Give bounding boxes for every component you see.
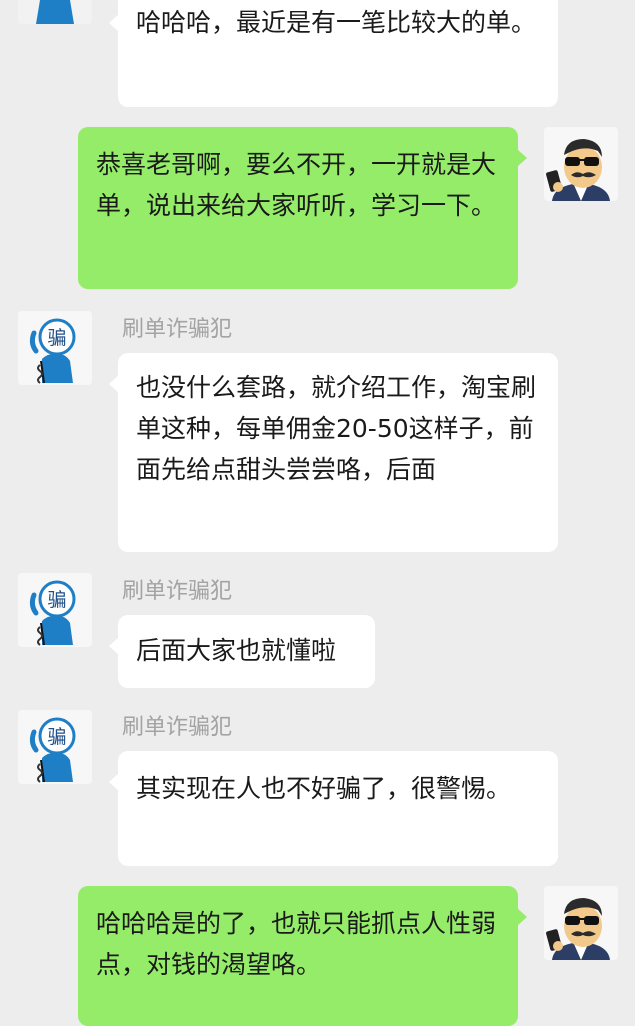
scammer-phone-avatar-icon [18, 0, 92, 24]
message-bubble-incoming[interactable]: 其实现在人也不好骗了，很警惕。 [109, 751, 558, 866]
message-bubble-incoming[interactable]: 也没什么套路，就介绍工作，淘宝刷单这种，每单佣金20-50这样子，前面先给点甜头… [109, 353, 558, 552]
message-text: 也没什么套路，就介绍工作，淘宝刷单这种，每单佣金20-50这样子，前面先给点甜头… [136, 373, 537, 484]
sender-name: 刷单诈骗犯 [122, 317, 233, 342]
sunglasses-mustache-avatar-icon [544, 886, 618, 960]
scammer-phone-avatar-icon: 骗 [18, 573, 92, 647]
scammer-avatar[interactable]: 骗 [18, 710, 92, 784]
sender-name: 刷单诈骗犯 [122, 579, 233, 604]
message-bubble-outgoing[interactable]: 哈哈哈是的了，也就只能抓点人性弱点，对钱的渴望咯。 [78, 886, 527, 1026]
user-avatar[interactable] [544, 127, 618, 201]
message-text: 恭喜老哥啊，要么不开，一开就是大单，说出来给大家听听，学习一下。 [96, 150, 497, 220]
scammer-avatar[interactable]: 骗 [18, 573, 92, 647]
sunglasses-mustache-avatar-icon [544, 127, 618, 201]
message-text: 哈哈哈，最近是有一笔比较大的单。 [136, 8, 537, 37]
message-bubble-incoming[interactable]: 哈哈哈，最近是有一笔比较大的单。 [109, 0, 558, 107]
scammer-avatar-glyph: 骗 [47, 589, 66, 611]
scammer-avatar-glyph: 骗 [47, 327, 66, 349]
scammer-avatar[interactable]: 骗 [18, 311, 92, 385]
message-text: 其实现在人也不好骗了，很警惕。 [136, 774, 512, 803]
scammer-phone-avatar-icon: 骗 [18, 710, 92, 784]
message-bubble-incoming[interactable]: 后面大家也就懂啦 [109, 615, 375, 688]
message-text: 哈哈哈是的了，也就只能抓点人性弱点，对钱的渴望咯。 [96, 909, 497, 979]
scammer-avatar-glyph: 骗 [47, 726, 66, 748]
message-text: 后面大家也就懂啦 [136, 636, 337, 665]
user-avatar[interactable] [544, 886, 618, 960]
sender-name: 刷单诈骗犯 [122, 715, 233, 740]
scammer-avatar[interactable] [18, 0, 92, 24]
scammer-phone-avatar-icon: 骗 [18, 311, 92, 385]
message-bubble-outgoing[interactable]: 恭喜老哥啊，要么不开，一开就是大单，说出来给大家听听，学习一下。 [78, 127, 527, 289]
